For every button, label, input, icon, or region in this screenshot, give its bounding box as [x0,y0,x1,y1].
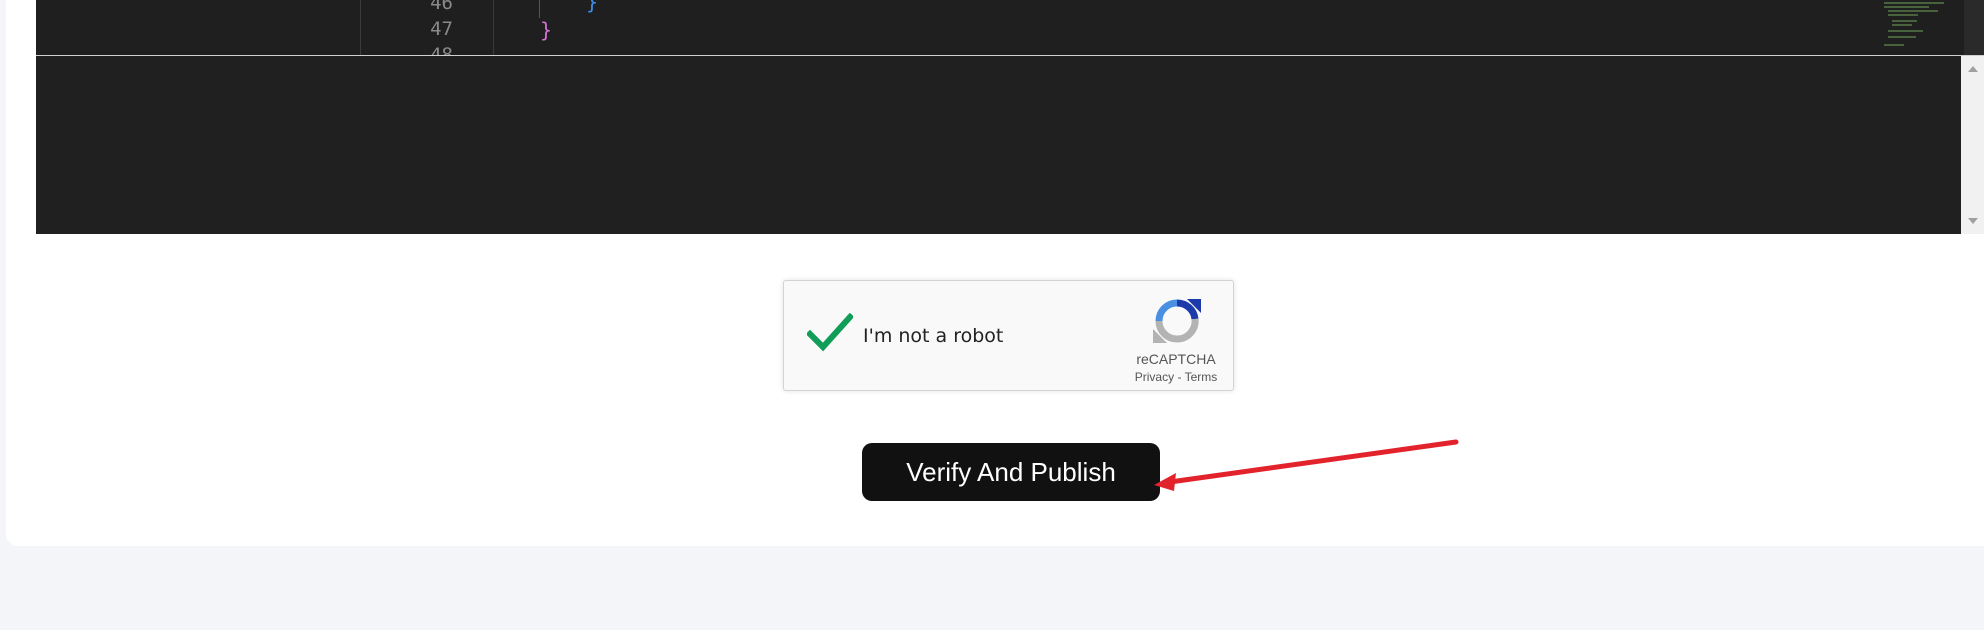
recaptcha-brand: reCAPTCHA [1136,351,1216,367]
line-number: 47 [430,18,453,40]
red-arrow-icon [1154,439,1459,491]
output-console[interactable] [36,56,1961,234]
editor-scrollbar[interactable] [1964,0,1984,55]
terms-link[interactable]: Terms [1185,370,1218,384]
privacy-link[interactable]: Privacy [1135,370,1174,384]
scroll-up-arrow-icon[interactable] [1968,66,1978,72]
code-editor[interactable]: 46 47 48 } } [36,0,1984,55]
console-scrollbar[interactable] [1961,56,1984,234]
editor-side-pane [36,0,361,55]
minimap[interactable] [1874,0,1954,55]
link-separator: - [1177,370,1182,384]
recaptcha-links: Privacy - Terms [1114,370,1238,384]
recaptcha-label: I'm not a robot [863,325,1004,347]
recaptcha-widget: I'm not a robot reCAPTCHA Privacy - Term… [783,280,1234,391]
scroll-down-arrow-icon[interactable] [1968,218,1978,224]
indent-guide [539,0,540,18]
line-number: 48 [430,44,453,55]
line-number: 46 [430,0,453,14]
code-area[interactable]: } } [494,0,1924,55]
code-line: } [586,0,599,14]
line-number-gutter: 46 47 48 [361,0,494,55]
recaptcha-logo-icon [1153,299,1201,343]
check-icon[interactable] [807,313,853,353]
code-line: } [540,18,553,42]
verify-and-publish-button[interactable]: Verify And Publish [862,443,1160,501]
